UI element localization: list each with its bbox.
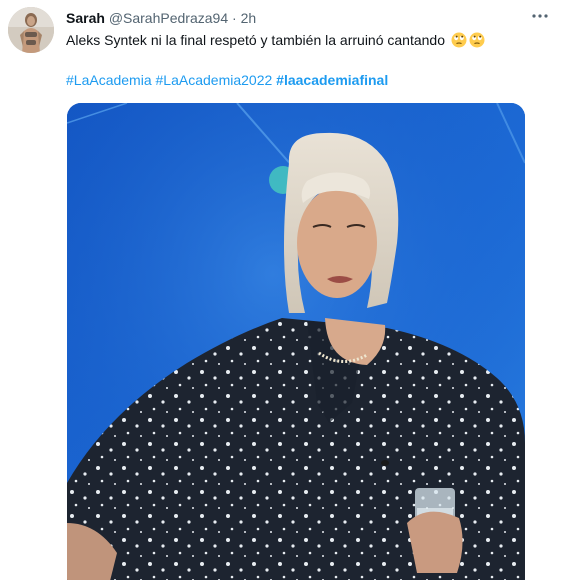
- media-photo: [67, 103, 525, 580]
- avatar[interactable]: [8, 7, 54, 53]
- tweet-text: Aleks Syntek ni la final respetó y tambi…: [66, 32, 445, 48]
- tweet-media-image[interactable]: [67, 103, 525, 580]
- author-name[interactable]: Sarah: [66, 10, 105, 26]
- separator-dot: ·: [232, 10, 237, 26]
- face-with-rolling-eyes-icon: [469, 32, 485, 48]
- hashtag-link[interactable]: #LaAcademia2022: [156, 72, 273, 88]
- hashtag-list: #LaAcademia #LaAcademia2022 #laacademiaf…: [66, 71, 388, 89]
- hashtag-link[interactable]: #LaAcademia: [66, 72, 152, 88]
- hashtag-link[interactable]: #laacademiafinal: [276, 72, 388, 88]
- timestamp[interactable]: 2h: [241, 10, 257, 26]
- tweet[interactable]: Sarah @SarahPedraza94 · 2h Aleks Syntek …: [0, 0, 564, 580]
- author-handle[interactable]: @SarahPedraza94: [109, 10, 228, 26]
- avatar-image: [8, 7, 54, 53]
- more-options-button[interactable]: [530, 6, 550, 26]
- tweet-header: Sarah @SarahPedraza94 · 2h: [66, 9, 256, 27]
- more-icon: [532, 14, 548, 18]
- tweet-text-container: Aleks Syntek ni la final respetó y tambi…: [66, 31, 485, 50]
- face-with-rolling-eyes-icon: [451, 32, 467, 48]
